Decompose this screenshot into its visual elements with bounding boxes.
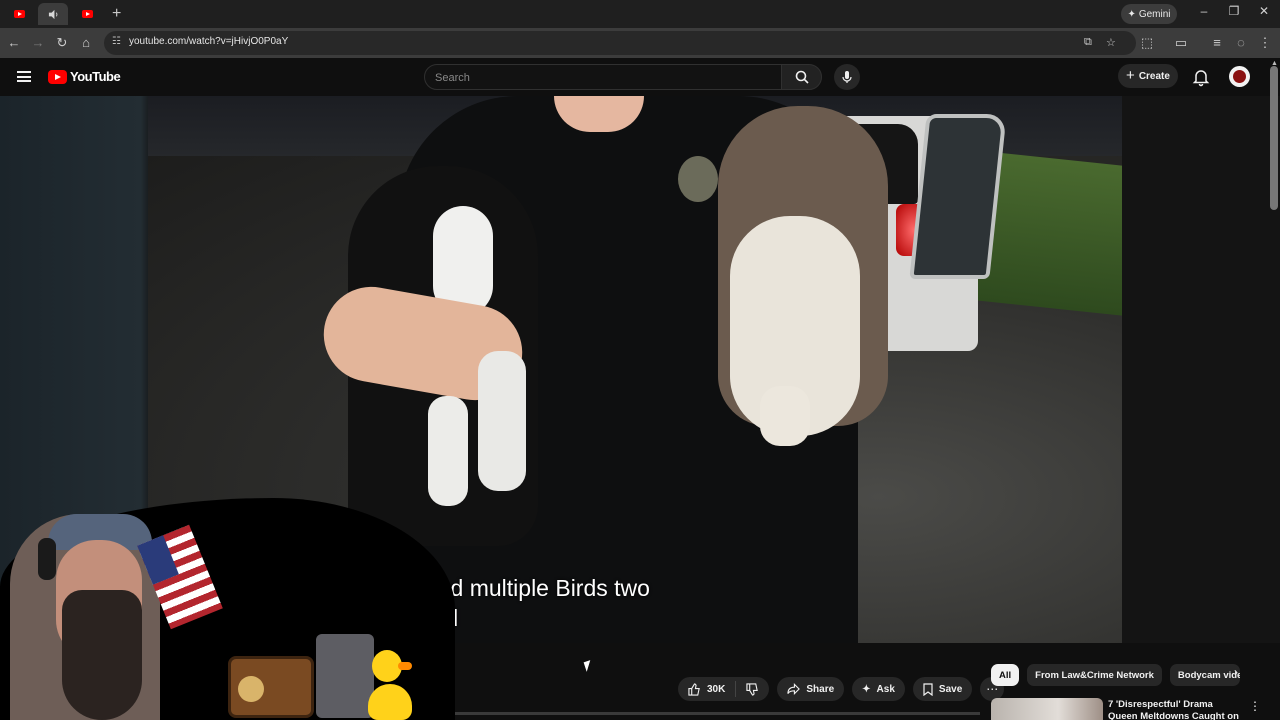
browser-tab-active[interactable] — [38, 3, 68, 25]
browser-tab-youtube-2[interactable] — [72, 3, 102, 25]
browser-toolbar: ← → ↻ ⌂ ☷ youtube.com/watch?v=jHivjO0P0a… — [0, 28, 1280, 58]
cast-icon[interactable]: ▭ — [1172, 34, 1190, 52]
rubber-duck-beak — [398, 662, 412, 670]
save-label: Save — [938, 683, 963, 695]
like-dislike-group: 30K — [678, 677, 770, 701]
speaker-icon — [48, 9, 57, 19]
streamer-headset — [38, 538, 56, 580]
new-tab-button[interactable]: + — [112, 5, 121, 23]
home-icon[interactable]: ⌂ — [77, 34, 95, 52]
install-app-icon[interactable]: ⧉ — [1084, 36, 1092, 49]
browser-tabstrip: + — [0, 0, 1280, 28]
video-actions: 30K Share ✦ Ask Save ⋯ — [678, 677, 1005, 701]
gemini-label: Gemini — [1138, 8, 1171, 20]
media-controls-icon[interactable]: ≡ — [1208, 34, 1226, 52]
dislike-button[interactable] — [736, 682, 769, 696]
video-progress-bar[interactable] — [455, 712, 980, 715]
rubber-duck-icon — [368, 684, 412, 720]
create-label: Create — [1138, 70, 1170, 82]
like-count: 30K — [707, 683, 726, 695]
radio-dial — [238, 676, 264, 702]
close-window-button[interactable]: ✕ — [1252, 4, 1276, 18]
share-label: Share — [806, 683, 835, 695]
reload-icon[interactable]: ↻ — [53, 34, 71, 52]
youtube-logo-text: YouTube — [70, 69, 121, 84]
voice-search-button[interactable] — [834, 64, 860, 90]
site-settings-icon[interactable]: ☷ — [112, 36, 121, 47]
search-button[interactable] — [781, 64, 822, 90]
create-button[interactable]: + Create — [1118, 64, 1178, 88]
video-scene-puppy-leg-2 — [428, 396, 468, 506]
share-button[interactable]: Share — [777, 677, 845, 701]
like-button[interactable]: 30K — [678, 681, 737, 697]
youtube-masthead: YouTube + Create — [0, 58, 1280, 96]
sparkle-icon: ✦ — [862, 683, 871, 695]
forward-arrow-icon[interactable]: → — [29, 34, 47, 52]
minimize-button[interactable]: – — [1192, 4, 1216, 18]
theater-background-right — [1122, 96, 1280, 643]
bookmark-star-icon[interactable]: ☆ — [1106, 36, 1116, 49]
recommendation-title[interactable]: 7 'Disrespectful' Drama Queen Meltdowns … — [1108, 699, 1243, 720]
maximize-button[interactable]: ❐ — [1222, 4, 1246, 18]
url-text[interactable]: youtube.com/watch?v=jHivjO0P0aY — [129, 36, 288, 47]
page-scrollbar[interactable] — [1270, 66, 1278, 210]
ask-label: Ask — [876, 683, 895, 695]
sparkle-icon: ✦ — [1127, 8, 1136, 20]
skull-avatar-icon — [1233, 70, 1246, 83]
youtube-play-logo-icon — [48, 69, 67, 84]
browser-menu-icon[interactable]: ⋮ — [1256, 34, 1274, 52]
chip-all[interactable]: All — [991, 664, 1020, 686]
back-arrow-icon[interactable]: ← — [5, 34, 23, 52]
video-scene-puppy-paw — [760, 386, 810, 446]
address-bar[interactable]: ☷ youtube.com/watch?v=jHivjO0P0aY ⧉ ☆ — [104, 31, 1136, 55]
recommendation-thumbnail[interactable] — [991, 698, 1103, 720]
avatar[interactable] — [1229, 66, 1250, 87]
video-scene-badge — [678, 156, 718, 202]
chip-from-channel[interactable]: From Law&Crime Network — [1027, 664, 1162, 686]
recommendation-menu-icon[interactable]: ⋮ — [1249, 699, 1261, 713]
related-filter-chips: All From Law&Crime Network Bodycam video… — [991, 664, 1240, 686]
gemini-button[interactable]: ✦ Gemini — [1121, 4, 1177, 24]
search-box — [424, 64, 782, 90]
thumbs-down-icon — [746, 682, 759, 696]
chevron-right-icon[interactable]: › — [1234, 665, 1238, 679]
save-button[interactable]: Save — [912, 677, 973, 701]
thumbs-up-icon — [688, 682, 700, 696]
youtube-favicon-icon — [81, 10, 93, 18]
video-scene-puppy-leg — [478, 351, 526, 491]
streamer-beard — [62, 590, 142, 720]
profile-icon[interactable]: ◌ — [1232, 34, 1250, 52]
search-input[interactable] — [435, 69, 765, 86]
youtube-logo[interactable]: YouTube — [48, 69, 121, 84]
microphone-icon — [842, 71, 852, 83]
glass-jar-icon — [316, 634, 374, 718]
youtube-favicon-icon — [13, 10, 25, 18]
browser-tab-youtube-1[interactable] — [4, 3, 34, 25]
bell-icon[interactable] — [1191, 67, 1211, 87]
extensions-icon[interactable]: ⬚ — [1138, 34, 1156, 52]
plus-icon: + — [1126, 66, 1135, 84]
search-icon — [795, 70, 809, 84]
share-arrow-icon — [787, 683, 801, 695]
bookmark-icon — [923, 682, 933, 696]
chip-bodycam-videos[interactable]: Bodycam videos — [1169, 664, 1240, 686]
hamburger-menu-icon[interactable] — [17, 71, 31, 82]
ask-button[interactable]: ✦ Ask — [852, 677, 905, 701]
